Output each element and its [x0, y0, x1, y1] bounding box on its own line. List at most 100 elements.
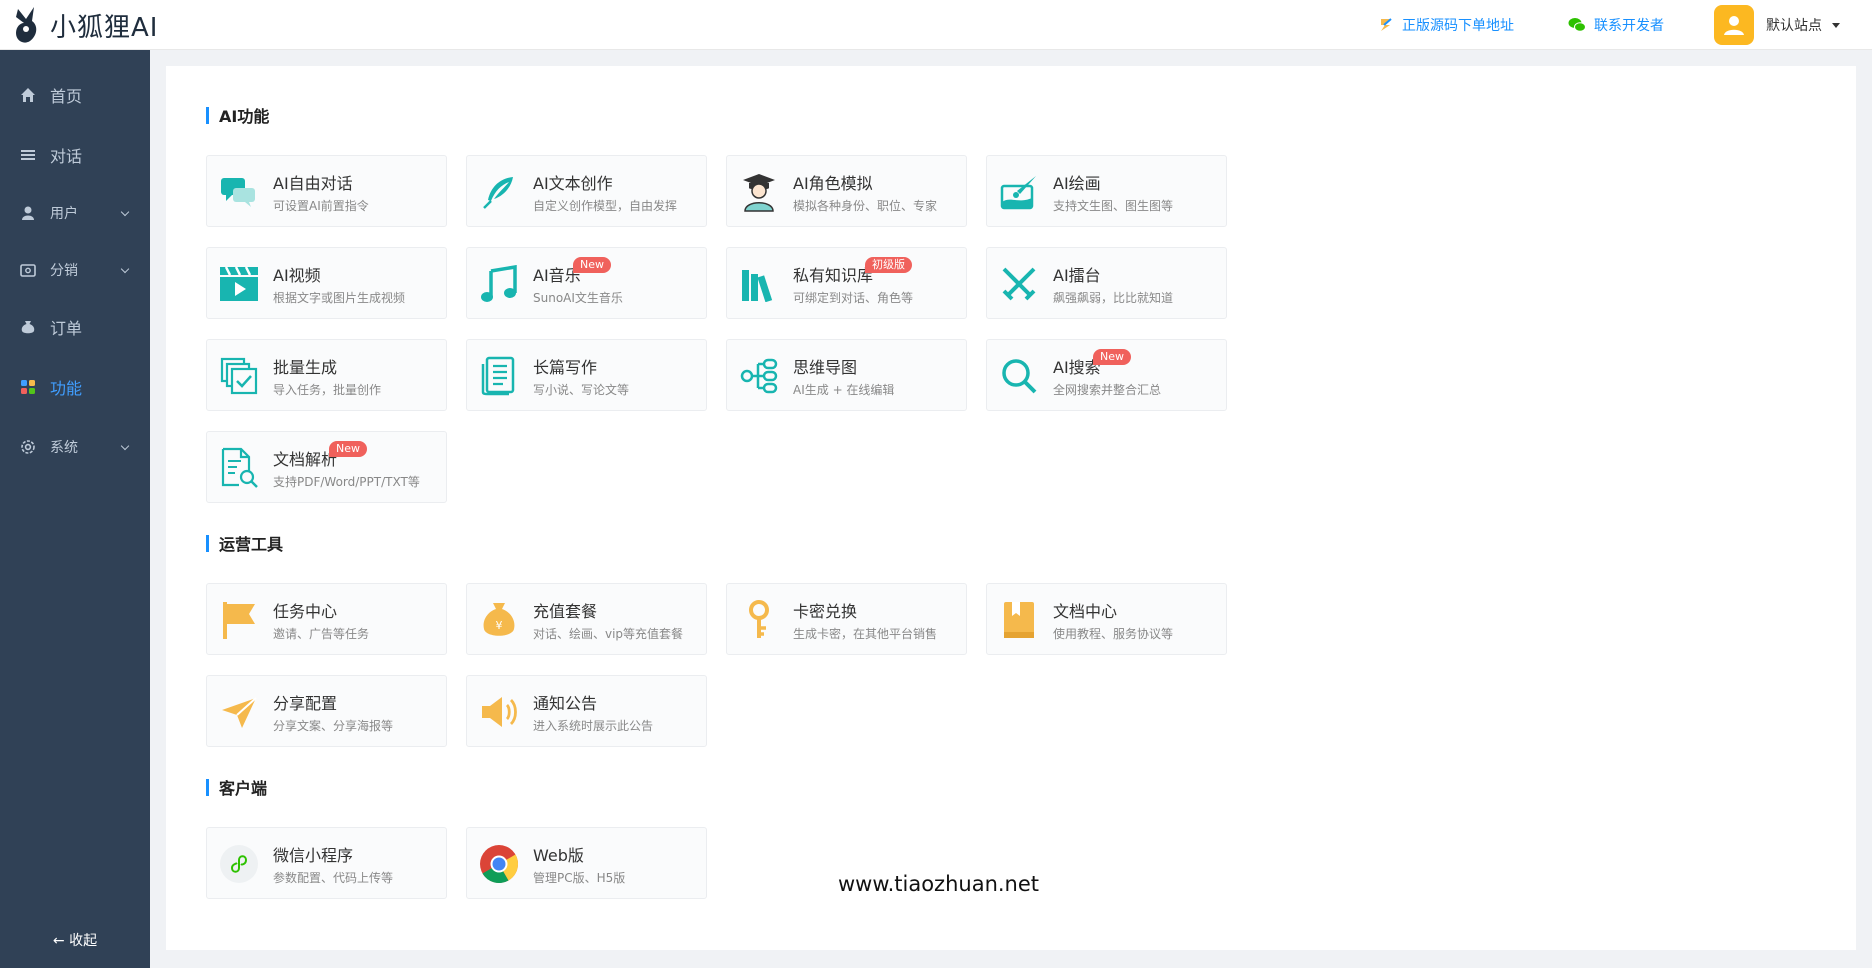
music-note-icon — [479, 264, 519, 304]
feature-card-ai-text[interactable]: AI文本创作 自定义创作模型，自由发挥 — [466, 155, 707, 227]
money-bag-icon: ¥ — [479, 600, 519, 640]
contact-developer-link[interactable]: 联系开发者 — [1568, 0, 1664, 50]
card-desc: 根据文字或图片生成视频 — [273, 291, 406, 305]
card-desc: 进入系统时展示此公告 — [533, 719, 654, 733]
sidebar-item-label: 分销 — [50, 263, 78, 279]
wallet-icon — [20, 262, 36, 278]
chevron-down-icon — [120, 207, 130, 217]
top-header: 小狐狸AI 正版源码下单地址 联系开发者 默认站点 — [0, 0, 1872, 50]
card-desc: 写小说、写论文等 — [533, 383, 630, 397]
mind-map-icon — [739, 356, 779, 396]
settings-icon — [20, 439, 36, 455]
user-icon — [20, 205, 36, 221]
sidebar-item-system[interactable]: 系统 — [0, 419, 150, 475]
ops-card-recharge[interactable]: ¥ 充值套餐 对话、绘画、vip等充值套餐 — [466, 583, 707, 655]
mini-program-icon — [219, 844, 259, 884]
card-desc: 管理PC版、H5版 — [533, 871, 626, 885]
zap-icon — [1378, 17, 1394, 33]
card-desc: 可绑定到对话、角色等 — [793, 291, 914, 305]
card-title: 长篇写作 — [533, 358, 598, 377]
sidebar-item-home[interactable]: 首页 — [0, 67, 150, 123]
card-desc: 分享文案、分享海报等 — [273, 719, 394, 733]
feature-card-ai-drawing[interactable]: AI绘画 支持文生图、图生图等 — [986, 155, 1227, 227]
site-name: 默认站点 — [1766, 18, 1822, 34]
card-desc: 邀请、广告等任务 — [273, 627, 370, 641]
feature-card-ai-chat[interactable]: AI自由对话 可设置AI前置指令 — [206, 155, 447, 227]
card-title: AI自由对话 — [273, 174, 353, 193]
paint-brush-icon — [999, 172, 1039, 212]
client-card-web[interactable]: Web版 管理PC版、H5版 — [466, 827, 707, 899]
sidebar-item-orders[interactable]: 订单 — [0, 299, 150, 355]
contact-developer-label: 联系开发者 — [1594, 18, 1664, 34]
feature-card-ai-music[interactable]: AI音乐 SunoAI文生音乐 New — [466, 247, 707, 319]
moneybag-icon — [20, 319, 36, 335]
new-badge: New — [329, 441, 367, 457]
fox-logo-icon — [16, 7, 37, 43]
source-order-link[interactable]: 正版源码下单地址 — [1378, 0, 1514, 50]
tier-badge: 初级版 — [865, 257, 912, 273]
chrome-icon — [479, 844, 519, 884]
card-title: 思维导图 — [793, 358, 858, 377]
watermark-text: www.tiaozhuan.net — [838, 872, 1040, 896]
feature-card-doc-parse[interactable]: 文档解析 支持PDF/Word/PPT/TXT等 New — [206, 431, 447, 503]
new-badge: New — [1093, 349, 1131, 365]
section-title-client: 客户端 — [206, 777, 267, 798]
sidebar-item-label: 系统 — [50, 440, 78, 456]
document-search-icon — [219, 447, 259, 488]
feature-card-ai-arena[interactable]: AI擂台 飙强飙弱，比比就知道 — [986, 247, 1227, 319]
sidebar-item-features[interactable]: 功能 — [0, 359, 150, 415]
feature-card-knowledge-base[interactable]: 私有知识库 可绑定到对话、角色等 初级版 — [726, 247, 967, 319]
crossed-swords-icon — [999, 264, 1039, 304]
feature-card-ai-role[interactable]: AI角色模拟 模拟各种身份、职位、专家 — [726, 155, 967, 227]
feature-card-mind-map[interactable]: 思维导图 AI生成 + 在线编辑 — [726, 339, 967, 411]
svg-text:¥: ¥ — [496, 619, 503, 632]
sidebar-item-label: 订单 — [50, 319, 83, 338]
client-card-mini-program[interactable]: 微信小程序 参数配置、代码上传等 — [206, 827, 447, 899]
collapse-sidebar-button[interactable]: ← 收起 — [0, 930, 150, 950]
caret-down-icon — [1832, 22, 1840, 28]
chat-bubbles-icon — [219, 172, 259, 212]
search-icon — [999, 356, 1039, 396]
card-desc: 参数配置、代码上传等 — [273, 871, 394, 885]
wechat-icon — [1568, 17, 1586, 33]
sidebar-item-label: 首页 — [50, 87, 83, 106]
card-title: Web版 — [533, 846, 584, 865]
user-avatar-icon — [1724, 16, 1744, 35]
card-title: 批量生成 — [273, 358, 338, 377]
card-desc: 可设置AI前置指令 — [273, 199, 369, 213]
ops-card-task-center[interactable]: 任务中心 邀请、广告等任务 — [206, 583, 447, 655]
card-desc: 使用教程、服务协议等 — [1053, 627, 1174, 641]
ops-card-share-config[interactable]: 分享配置 分享文案、分享海报等 — [206, 675, 447, 747]
apps-icon — [20, 379, 36, 395]
card-desc: 对话、绘画、vip等充值套餐 — [533, 627, 684, 641]
card-title: 微信小程序 — [273, 846, 354, 865]
sidebar-item-users[interactable]: 用户 — [0, 185, 150, 241]
ops-card-card-redeem[interactable]: 卡密兑换 生成卡密，在其他平台销售 — [726, 583, 967, 655]
card-title: AI擂台 — [1053, 266, 1101, 285]
ops-card-notice[interactable]: 通知公告 进入系统时展示此公告 — [466, 675, 707, 747]
brand-logo[interactable]: 小狐狸AI — [12, 4, 158, 46]
card-title: AI文本创作 — [533, 174, 613, 193]
key-icon — [739, 600, 779, 640]
video-clapper-icon — [219, 264, 259, 304]
sidebar-item-distribution[interactable]: 分销 — [0, 242, 150, 298]
feature-card-long-writing[interactable]: 长篇写作 写小说、写论文等 — [466, 339, 707, 411]
card-title: 通知公告 — [533, 694, 598, 713]
source-order-label: 正版源码下单地址 — [1402, 18, 1514, 34]
feature-card-batch-generate[interactable]: 批量生成 导入任务，批量创作 — [206, 339, 447, 411]
card-title: 私有知识库 — [793, 266, 874, 285]
section-title-ai: AI功能 — [206, 105, 269, 126]
card-desc: AI生成 + 在线编辑 — [793, 383, 895, 397]
card-desc: 支持文生图、图生图等 — [1053, 199, 1174, 213]
feature-card-ai-video[interactable]: AI视频 根据文字或图片生成视频 — [206, 247, 447, 319]
card-desc: 导入任务，批量创作 — [273, 383, 382, 397]
feather-pen-icon — [479, 172, 519, 212]
site-switcher[interactable]: 默认站点 — [1714, 5, 1840, 45]
new-badge: New — [573, 257, 611, 273]
sidebar-item-chat[interactable]: 对话 — [0, 127, 150, 183]
ops-card-doc-center[interactable]: 文档中心 使用教程、服务协议等 — [986, 583, 1227, 655]
feature-card-ai-search[interactable]: AI搜索 全网搜索并整合汇总 New — [986, 339, 1227, 411]
paper-plane-icon — [219, 692, 259, 732]
card-desc: 飙强飙弱，比比就知道 — [1053, 291, 1174, 305]
card-title: 文档解析 — [273, 450, 338, 469]
